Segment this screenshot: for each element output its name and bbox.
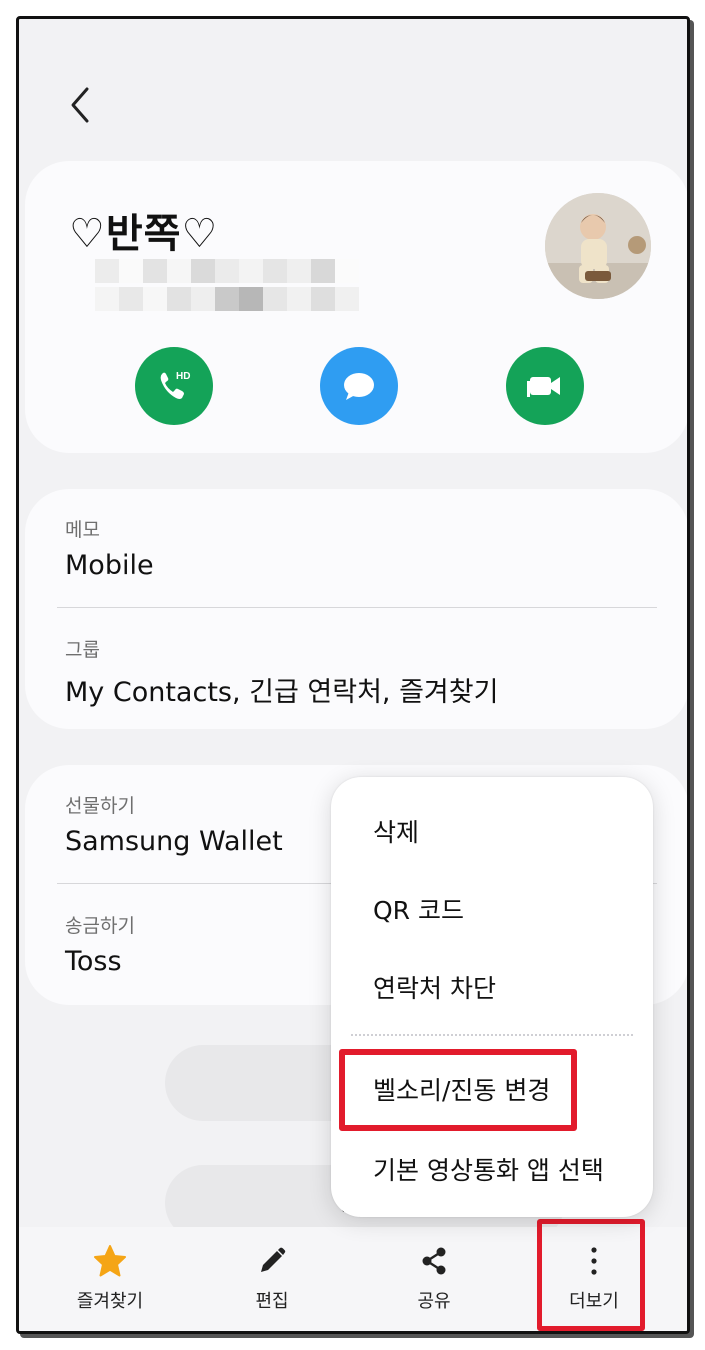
tab-edit-label: 편집: [255, 1291, 289, 1312]
menu-item-qr-code[interactable]: QR 코드: [373, 891, 464, 927]
phone-screen: ♡반쪽♡ HD 메모 Mobile 그룹 My Contacts, 긴급 연락처…: [16, 16, 690, 1334]
tab-share-label: 공유: [417, 1291, 451, 1312]
blurred-phone-number: [95, 257, 375, 313]
message-button[interactable]: [320, 347, 398, 425]
menu-item-block-contact[interactable]: 연락처 차단: [373, 969, 496, 1005]
group-label: 그룹: [65, 639, 100, 661]
divider: [57, 607, 657, 608]
video-camera-icon: [527, 377, 560, 397]
memo-field[interactable]: 메모 Mobile: [65, 515, 154, 581]
avatar[interactable]: [545, 193, 651, 299]
more-vertical-icon: [591, 1247, 597, 1275]
group-value: My Contacts, 긴급 연락처, 즐겨찾기: [65, 677, 499, 708]
star-icon: [94, 1245, 126, 1277]
group-field[interactable]: 그룹 My Contacts, 긴급 연락처, 즐겨찾기: [65, 635, 498, 709]
chevron-left-icon: [71, 87, 89, 123]
tab-more-label: 더보기: [569, 1291, 619, 1312]
info-card: 메모 Mobile 그룹 My Contacts, 긴급 연락처, 즐겨찾기: [25, 489, 687, 729]
profile-card: ♡반쪽♡ HD: [25, 161, 687, 453]
transfer-value: Toss: [65, 946, 122, 977]
chat-bubble-icon: [344, 373, 374, 400]
menu-item-ringtone-vibration[interactable]: 벨소리/진동 변경: [373, 1071, 550, 1107]
memo-value: Mobile: [65, 550, 154, 581]
tab-share[interactable]: 공유: [359, 1227, 509, 1331]
quick-actions: HD: [25, 347, 687, 425]
transfer-label: 송금하기: [65, 915, 135, 937]
memo-label: 메모: [65, 519, 100, 541]
gift-field[interactable]: 선물하기 Samsung Wallet: [65, 791, 283, 857]
tab-favorite-label: 즐겨찾기: [76, 1291, 144, 1312]
tab-more[interactable]: 더보기: [519, 1227, 669, 1331]
svg-text:HD: HD: [176, 371, 190, 382]
back-button[interactable]: [63, 85, 99, 125]
gift-label: 선물하기: [65, 795, 135, 817]
menu-item-default-video-app[interactable]: 기본 영상통화 앱 선택: [373, 1151, 604, 1187]
menu-separator: [351, 1034, 633, 1036]
hd-call-button[interactable]: HD: [135, 347, 213, 425]
tab-favorite[interactable]: 즐겨찾기: [35, 1227, 185, 1331]
bottom-navigation: 즐겨찾기 편집 공유 더보기: [19, 1227, 687, 1331]
contact-name: ♡반쪽♡: [69, 211, 219, 257]
tab-edit[interactable]: 편집: [197, 1227, 347, 1331]
video-call-button[interactable]: [506, 347, 584, 425]
gift-value: Samsung Wallet: [65, 826, 283, 857]
avatar-photo-icon: [545, 193, 651, 299]
phone-hd-icon: HD: [160, 371, 190, 399]
more-options-menu: 삭제 QR 코드 연락처 차단 벨소리/진동 변경 기본 영상통화 앱 선택: [331, 777, 653, 1217]
share-icon: [422, 1247, 446, 1275]
pencil-icon: [261, 1247, 286, 1272]
transfer-field[interactable]: 송금하기 Toss: [65, 911, 135, 977]
menu-item-delete[interactable]: 삭제: [373, 813, 419, 849]
